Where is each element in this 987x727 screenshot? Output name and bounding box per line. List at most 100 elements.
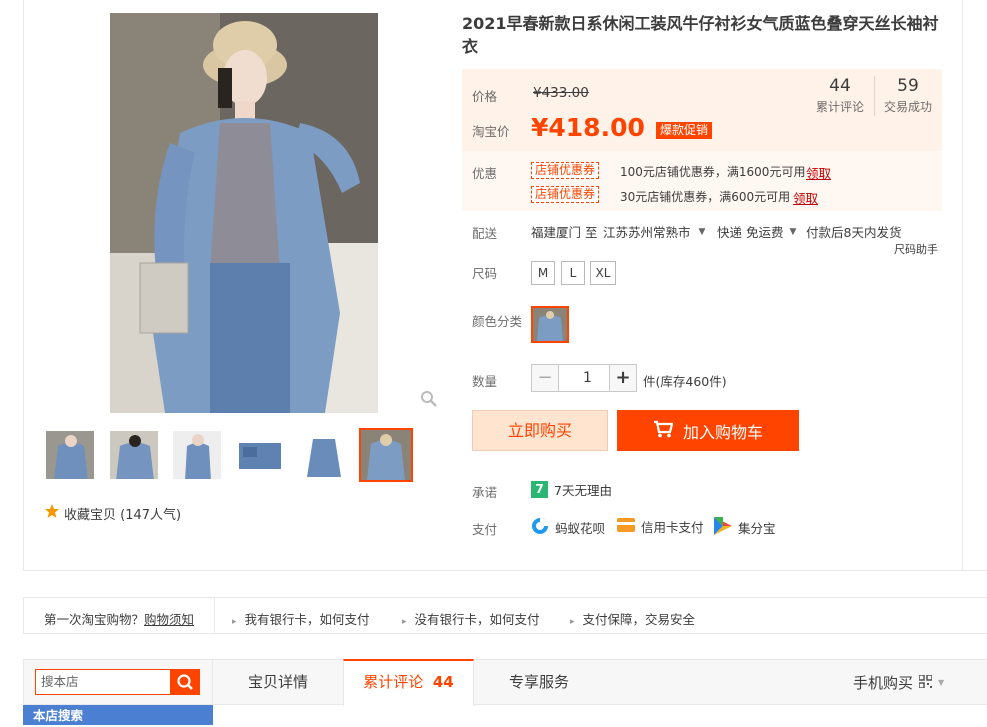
credit-card-icon xyxy=(617,517,635,536)
payment-credit-card-label: 信用卡支付 xyxy=(641,520,704,535)
seven-days-icon: 7 xyxy=(531,481,548,498)
coupon-claim-1[interactable]: 领取 xyxy=(806,163,831,182)
coupon-text-1: 100元店铺优惠券，满1600元可用 xyxy=(620,165,806,179)
size-option-l[interactable]: L xyxy=(561,261,585,285)
help-item-1[interactable]: ▸ 我有银行卡，如何支付 xyxy=(232,609,370,628)
add-to-cart-label: 加入购物车 xyxy=(682,422,763,442)
original-price: ¥433.00 xyxy=(533,85,589,101)
coupon-tag-2: 店铺优惠券 xyxy=(531,186,600,203)
right-spacer xyxy=(963,0,987,571)
arrow-right-icon: ▸ xyxy=(402,617,407,627)
promo-label: 优惠 xyxy=(472,166,498,181)
caret-down-icon: ▼ xyxy=(698,226,706,237)
tab-reviews-count: 44 xyxy=(432,673,454,691)
shop-search-button[interactable] xyxy=(170,669,200,695)
shipping-destination-select[interactable]: 江苏苏州常熟市 ▼ xyxy=(603,222,705,241)
thumbnail-1[interactable] xyxy=(45,430,95,480)
help-item-3[interactable]: ▸ 支付保障，交易安全 xyxy=(570,609,695,628)
shipping-label: 配送 xyxy=(472,226,498,241)
quantity-label: 数量 xyxy=(472,374,498,389)
coupon-tag-1: 店铺优惠券 xyxy=(531,162,600,179)
deals-label: 交易成功 xyxy=(883,100,932,114)
tab-service[interactable]: 专享服务 xyxy=(474,660,604,706)
color-option-blue-selected[interactable] xyxy=(531,306,569,343)
tab-mobile-label: 手机购买 xyxy=(853,674,914,692)
stock-text: 件(库存460件) xyxy=(643,374,727,389)
shipping-promise: 付款后8天内发货 xyxy=(806,225,902,240)
payment-huabei[interactable]: 蚂蚁花呗 xyxy=(531,517,605,538)
thumbnail-5[interactable] xyxy=(298,430,348,480)
favorite-link[interactable]: 收藏宝贝 (147人气) xyxy=(44,503,181,523)
quantity-increase-button[interactable]: + xyxy=(609,364,637,392)
taobao-price-label: 淘宝价 xyxy=(472,124,510,139)
qr-code-icon xyxy=(918,661,933,705)
size-option-m[interactable]: M xyxy=(531,261,555,285)
payment-credit-card[interactable]: 信用卡支付 xyxy=(617,517,704,536)
jifenbao-icon xyxy=(714,517,732,538)
star-icon xyxy=(44,503,60,523)
reviews-stat[interactable]: 44 累计评论 xyxy=(810,76,870,115)
taobao-price: ¥418.00 xyxy=(531,113,645,142)
size-option-xl[interactable]: XL xyxy=(590,261,616,285)
add-to-cart-button[interactable]: 加入购物车 xyxy=(617,410,799,451)
thumbnail-6-selected[interactable] xyxy=(359,428,413,482)
caret-down-icon: ▼ xyxy=(789,226,797,237)
help-item-2[interactable]: ▸ 没有银行卡，如何支付 xyxy=(402,609,540,628)
arrow-right-icon: ▸ xyxy=(570,617,575,627)
size-label: 尺码 xyxy=(472,266,498,281)
shipping-destination: 江苏苏州常熟市 xyxy=(603,225,691,240)
coupon-text-2: 30元店铺优惠券，满600元可用 xyxy=(620,190,791,204)
tab-reviews-label: 累计评论 xyxy=(363,673,424,691)
first-time-text: 第一次淘宝购物？购物须知 xyxy=(44,609,194,628)
deals-count: 59 xyxy=(897,76,919,96)
huabei-icon xyxy=(531,517,549,538)
quantity-input[interactable]: 1 xyxy=(559,364,616,392)
stat-divider xyxy=(874,76,875,116)
coupon-claim-2[interactable]: 领取 xyxy=(793,188,818,207)
help-item-2-label: 没有银行卡，如何支付 xyxy=(414,612,540,627)
promise-7-days: 7 7天无理由 xyxy=(531,480,612,499)
payment-label: 支付 xyxy=(472,522,498,537)
tab-mobile-buy[interactable]: 手机购买 ▼ xyxy=(853,660,963,706)
promise-label: 承诺 xyxy=(472,485,498,500)
tab-detail[interactable]: 宝贝详情 xyxy=(213,660,343,706)
shopping-help-bar: 第一次淘宝购物？购物须知 ▸ 我有银行卡，如何支付 ▸ 没有银行卡，如何支付 ▸… xyxy=(23,597,987,634)
shop-search-title: 本店搜索 xyxy=(23,705,213,725)
hot-promo-badge: 爆款促销 xyxy=(656,122,713,139)
cart-icon xyxy=(653,420,674,442)
payment-huabei-label: 蚂蚁花呗 xyxy=(555,521,606,536)
favorite-text: 收藏宝贝 (147人气) xyxy=(64,507,182,523)
shopping-guide-link[interactable]: 购物须知 xyxy=(144,612,194,627)
help-item-1-label: 我有银行卡，如何支付 xyxy=(244,612,370,627)
reviews-label: 累计评论 xyxy=(815,100,864,114)
first-time-question: 第一次淘宝购物？ xyxy=(44,612,145,627)
color-label: 颜色分类 xyxy=(472,314,523,329)
product-title: 2021早春新款日系休闲工装风牛仔衬衫女气质蓝色叠穿天丝长袖衬衣 xyxy=(462,14,939,56)
thumbnail-4[interactable] xyxy=(234,430,284,480)
thumbnail-2[interactable] xyxy=(109,430,159,480)
arrow-right-icon: ▸ xyxy=(232,617,237,627)
detail-tab-bar: 宝贝详情 累计评论 44 专享服务 手机购买 ▼ xyxy=(213,659,987,706)
search-icon xyxy=(170,674,200,698)
divider xyxy=(214,598,215,634)
buy-now-button[interactable]: 立即购买 xyxy=(472,410,608,451)
product-photo xyxy=(110,13,378,413)
help-item-3-label: 支付保障，交易安全 xyxy=(582,612,695,627)
deals-stat: 59 交易成功 xyxy=(878,76,938,115)
promise-text: 7天无理由 xyxy=(554,483,612,498)
size-helper-link[interactable]: 尺码助手 xyxy=(894,241,938,257)
quantity-decrease-button[interactable]: − xyxy=(531,364,559,392)
shipping-method: 快递 免运费 xyxy=(717,225,784,240)
shipping-from: 福建厦门 至 xyxy=(531,225,598,240)
payment-jifenbao-label: 集分宝 xyxy=(738,521,776,536)
thumbnail-3[interactable] xyxy=(172,430,222,480)
zoom-icon[interactable] xyxy=(420,390,438,408)
tab-reviews[interactable]: 累计评论 44 xyxy=(343,659,474,706)
main-product-image[interactable] xyxy=(110,13,378,413)
shipping-method-select[interactable]: 快递 免运费 ▼ xyxy=(717,222,796,241)
payment-jifenbao[interactable]: 集分宝 xyxy=(714,517,776,538)
reviews-count: 44 xyxy=(829,76,851,96)
shop-search-input[interactable]: 搜本店 xyxy=(35,669,171,695)
price-label: 价格 xyxy=(472,89,498,104)
caret-down-icon: ▼ xyxy=(938,678,945,687)
